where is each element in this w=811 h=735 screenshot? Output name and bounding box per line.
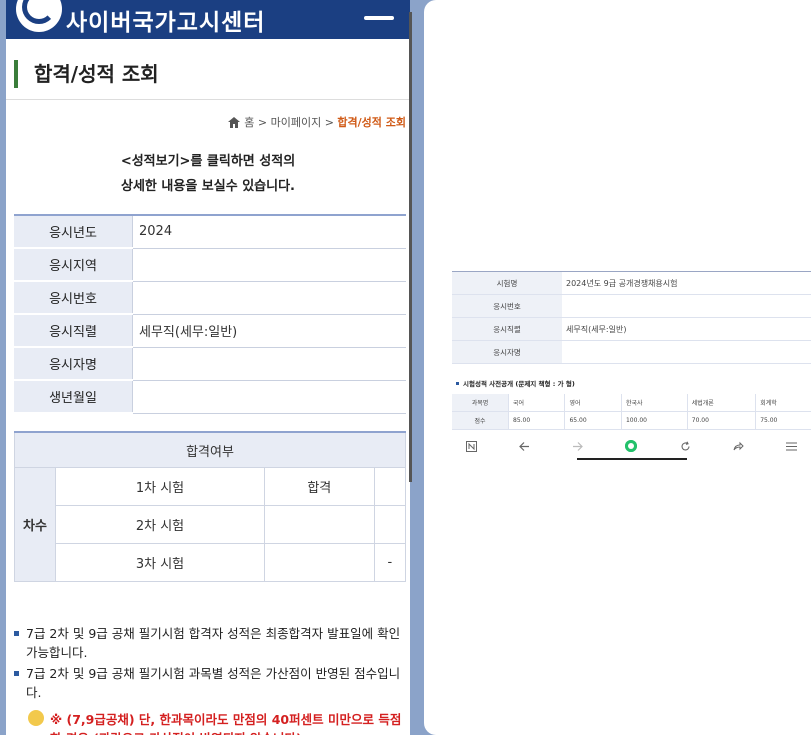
subject-score: 75.00 — [755, 411, 811, 430]
row-value: 세무직(세무:일반) — [132, 314, 406, 348]
exam-name: 3차 시험 — [55, 543, 265, 582]
site-logo[interactable] — [16, 0, 62, 32]
exam-name: 2차 시험 — [55, 505, 265, 544]
list-item: 7급 2차 및 9급 공채 필기시험 과목별 성적은 가산점이 반영된 점수입니… — [12, 664, 404, 702]
list-item: 7급 2차 및 9급 공채 필기시험 합격자 성적은 최종합격자 발표일에 확인… — [12, 624, 404, 662]
round-label: 차수 — [14, 467, 56, 582]
subject-name: 회계학 — [755, 394, 811, 412]
exam-result: 합격 — [263, 467, 375, 506]
n-app-icon[interactable] — [466, 440, 477, 452]
table-row: 과목명 국어 영어 한국사 세법개론 회계학 — [452, 394, 811, 412]
row-label: 응시자명 — [14, 347, 133, 381]
hamburger-menu-icon[interactable] — [364, 16, 394, 20]
table-row: 응시번호 — [452, 294, 811, 318]
exam-result — [263, 505, 375, 544]
table-row: 점수 85.00 65.00 100.00 70.00 75.00 — [452, 411, 811, 430]
table-row: 시험명 2024년도 9급 공개경쟁채용시험 — [452, 271, 811, 295]
row-label: 응시직렬 — [452, 317, 562, 341]
table-row: 응시자명 — [14, 347, 406, 381]
share-icon[interactable] — [733, 441, 744, 452]
page-title-bar: 합격/성적 조회 — [6, 56, 410, 92]
row-label: 시험명 — [452, 271, 562, 295]
site-title[interactable]: 사이버국가고시센터 — [66, 3, 265, 37]
score-header-label: 점수 — [452, 411, 509, 430]
home-indicator — [577, 458, 687, 460]
subject-name: 국어 — [507, 394, 565, 412]
applicant-info-table: 응시년도 2024 응시지역 응시번호 응시직렬 세무직(세무:일반) 응시자명 생… — [14, 214, 406, 414]
row-label: 응시년도 — [14, 215, 133, 249]
exam-name: 1차 시험 — [55, 467, 265, 506]
table-row: 응시직렬 세무직(세무:일반) — [452, 317, 811, 341]
subject-score: 100.00 — [620, 411, 688, 430]
exam-extra — [373, 505, 407, 544]
breadcrumb-current: 합격/성적 조회 — [337, 116, 406, 129]
subject-header-label: 과목명 — [452, 394, 509, 412]
score-table: 과목명 국어 영어 한국사 세법개론 회계학 점수 85.00 65.00 10… — [452, 394, 811, 430]
breadcrumb-mypage[interactable]: 마이페이지 — [271, 116, 322, 129]
refresh-icon[interactable] — [680, 441, 691, 452]
row-value — [132, 248, 406, 282]
warning-note: ※ (7,9급공채) 단, 한과목이라도 만점의 40퍼센트 미만으로 득점한 … — [28, 710, 408, 735]
row-value — [132, 347, 406, 381]
exam-extra: - — [373, 543, 407, 582]
breadcrumb: 홈 > 마이페이지 > 합격/성적 조회 — [228, 114, 406, 130]
tablet-screen — [424, 0, 811, 735]
subject-score: 65.00 — [564, 411, 622, 430]
browser-nav-bar — [452, 432, 811, 460]
row-label: 응시번호 — [452, 294, 562, 318]
table-row: 응시번호 — [14, 281, 406, 315]
warning-text: ※ (7,9급공채) 단, 한과목이라도 만점의 40퍼센트 미만으로 득점한 … — [50, 712, 402, 735]
exam-extra — [373, 467, 407, 506]
site-header: 사이버국가고시센터 — [6, 0, 410, 39]
exam-result — [263, 543, 375, 582]
table-row: 생년월일 — [14, 380, 406, 414]
table-row: 3차 시험 - — [15, 543, 407, 582]
breadcrumb-home[interactable]: 홈 — [244, 116, 254, 129]
table-row: 2차 시험 — [15, 505, 407, 544]
pass-status-table: 합격여부 차수 1차 시험 합격 2차 시험 3차 시험 - — [14, 431, 407, 582]
notice-line-2: 상세한 내용을 보실수 있습니다. — [121, 179, 295, 194]
notice-text: <성적보기>를 클릭하면 성적의 상세한 내용을 보실수 있습니다. — [6, 149, 410, 199]
table-row: 응시지역 — [14, 248, 406, 282]
row-label: 응시직렬 — [14, 314, 133, 348]
subject-name: 영어 — [564, 394, 622, 412]
pass-table-header: 합격여부 — [14, 431, 406, 468]
notice-line-1: <성적보기>를 클릭하면 성적의 — [120, 154, 296, 169]
row-label: 생년월일 — [14, 380, 133, 414]
scrollbar[interactable] — [409, 12, 412, 482]
row-value — [562, 340, 811, 364]
home-icon[interactable] — [228, 117, 241, 128]
breadcrumb-separator: > — [324, 116, 334, 129]
table-row: 차수 1차 시험 합격 — [14, 467, 407, 582]
subject-name: 세법개론 — [686, 394, 756, 412]
breadcrumb-separator: > — [257, 116, 268, 129]
notes-list: 7급 2차 및 9급 공채 필기시험 합격자 성적은 최종합격자 발표일에 확인… — [12, 624, 404, 704]
title-accent-bar — [14, 60, 18, 88]
home-button-icon[interactable] — [625, 440, 638, 452]
row-value: 세무직(세무:일반) — [562, 317, 811, 341]
menu-icon[interactable] — [785, 441, 797, 451]
row-label: 응시자명 — [452, 340, 562, 364]
row-label: 응시번호 — [14, 281, 133, 315]
row-value: 2024 — [132, 215, 406, 249]
row-value — [132, 380, 406, 414]
table-row: 응시자명 — [452, 340, 811, 364]
subject-score: 70.00 — [686, 411, 756, 430]
back-arrow-icon[interactable] — [519, 441, 530, 452]
warning-emoji-icon — [28, 710, 44, 726]
exam-info-table: 시험명 2024년도 9급 공개경쟁채용시험 응시번호 응시직렬 세무직(세무:일반… — [452, 271, 811, 364]
table-row: 응시년도 2024 — [14, 215, 406, 249]
row-label: 응시지역 — [14, 248, 133, 282]
divider — [6, 99, 410, 100]
row-value — [562, 294, 811, 318]
row-value: 2024년도 9급 공개경쟁채용시험 — [562, 271, 811, 295]
forward-arrow-icon[interactable] — [572, 441, 584, 452]
subject-name: 한국사 — [620, 394, 688, 412]
page-title: 합격/성적 조회 — [34, 62, 159, 86]
score-section-title: 시험성적 사전공개 (문제지 책형 : 가 형) — [456, 378, 575, 388]
subject-score: 85.00 — [507, 411, 565, 430]
table-row: 응시직렬 세무직(세무:일반) — [14, 314, 406, 348]
row-value — [132, 281, 406, 315]
mobile-screen: 사이버국가고시센터 합격/성적 조회 홈 > 마이페이지 > 합격/성적 조회 … — [6, 0, 410, 735]
